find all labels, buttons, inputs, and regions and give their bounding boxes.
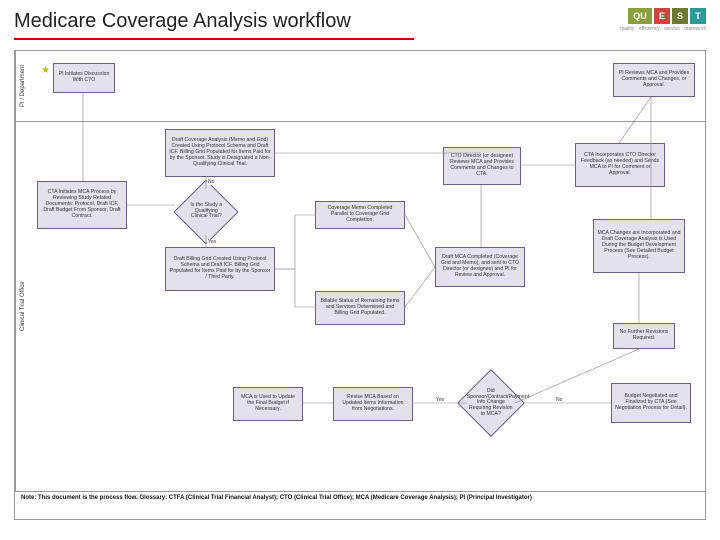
node-cto-review: CTO Director (or designee) Reviews MCA a… [443, 147, 521, 185]
edge-yes-2: Yes [435, 397, 445, 403]
node-draft-mca: Draft MCA Completed (Coverage Grid and M… [435, 247, 525, 287]
lane-label-cto: Clinical Trial Office [15, 121, 30, 491]
node-pi-initiate: PI Initiates Discussion With CTO [53, 63, 115, 93]
node-did-sponsor: Did Sponsor/Contract/Payment Info Change… [457, 369, 525, 437]
node-mca-update: MCA is Used to Update the Final Budget i… [233, 387, 303, 421]
node-budget-neg: Budget Negotiated and Finalized by CTA (… [611, 383, 691, 423]
quest-logo: QU E S T [628, 8, 706, 24]
edge-yes-1: Yes [207, 239, 217, 245]
edge-no-1: No [207, 179, 215, 185]
edge-no-2: No [555, 397, 563, 403]
flow-canvas: PI / Department Clinical Trial Office No… [14, 50, 706, 520]
node-did-sponsor-label: Did Sponsor/Contract/Payment Info Change… [467, 389, 515, 418]
node-coverage-memo: Coverage Memo Completed Parallel to Cove… [315, 201, 405, 229]
node-is-qualifying-label: Is the Study a Qualifying Clinical Trial… [187, 203, 225, 220]
logo-tile-e: E [654, 8, 670, 24]
node-pi-review: PI Reviews MCA and Provides Comments and… [613, 63, 695, 97]
logo-tile-qu: QU [628, 8, 652, 24]
logo-tile-t: T [690, 8, 706, 24]
node-cta-init: CTA Initiates MCA Process by Reviewing S… [37, 181, 127, 229]
glossary-note: Note: This document is the process flow.… [15, 491, 705, 521]
lane-divider-1 [15, 121, 705, 122]
node-no-revisions: No Further Revisions Required. [613, 323, 675, 349]
node-cta-incorporate: CTA Incorporates CTO Director Feedback (… [575, 143, 665, 187]
lane-label-pi: PI / Department [15, 51, 30, 121]
node-draft-coverage: Draft Coverage Analysis (Memo and Grid) … [165, 129, 275, 177]
slide: Medicare Coverage Analysis workflow QU E… [0, 0, 720, 540]
node-mca-changes: MCA Changes are Incorporated and Draft C… [593, 219, 685, 273]
node-is-qualifying: Is the Study a Qualifying Clinical Trial… [173, 179, 238, 244]
node-draft-billing: Draft Billing Grid Created Using Protoco… [165, 247, 275, 291]
node-revise-mca: Revise MCA Based on Updated Items Inform… [333, 387, 413, 421]
node-billable-status: Billable Status of Remaining Items and S… [315, 291, 405, 325]
logo-tile-s: S [672, 8, 688, 24]
page-title: Medicare Coverage Analysis workflow [14, 10, 351, 33]
title-underline [14, 38, 414, 40]
logo-tagline: quality · efficiency · service · teamwor… [620, 26, 706, 32]
star-icon: ★ [41, 65, 50, 76]
